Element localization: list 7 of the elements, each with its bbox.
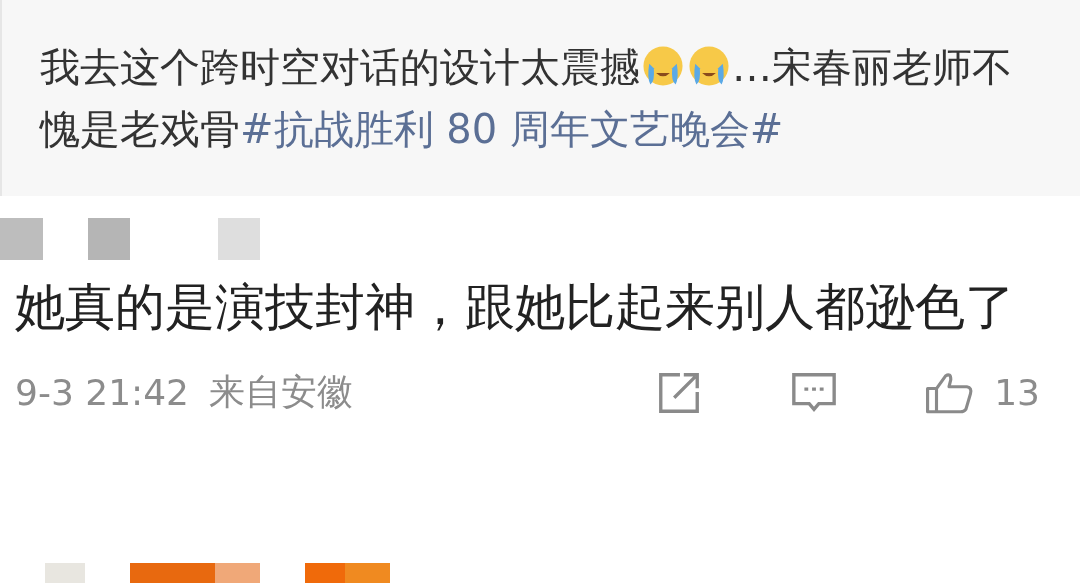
post-text: 我去这个跨时空对话的设计太震撼 …宋春丽老师不愧是老戏骨#抗战胜利 80 周年文艺晚会#	[40, 42, 1013, 154]
comment-text: 她真的是演技封神，跟她比起来别人都逊色了	[15, 277, 1016, 338]
hashtag-link[interactable]: #抗战胜利 80 周年文艺晚会#	[240, 106, 784, 152]
comment-location: 来自安徽	[209, 370, 353, 414]
comment-time: 9-3 21:42	[15, 372, 189, 413]
like-count: 13	[994, 372, 1040, 413]
quoted-post-card[interactable]: 我去这个跨时空对话的设计太震撼 …宋春丽老师不愧是老戏骨#抗战胜利 80 周年文艺晚会#	[0, 0, 1080, 196]
